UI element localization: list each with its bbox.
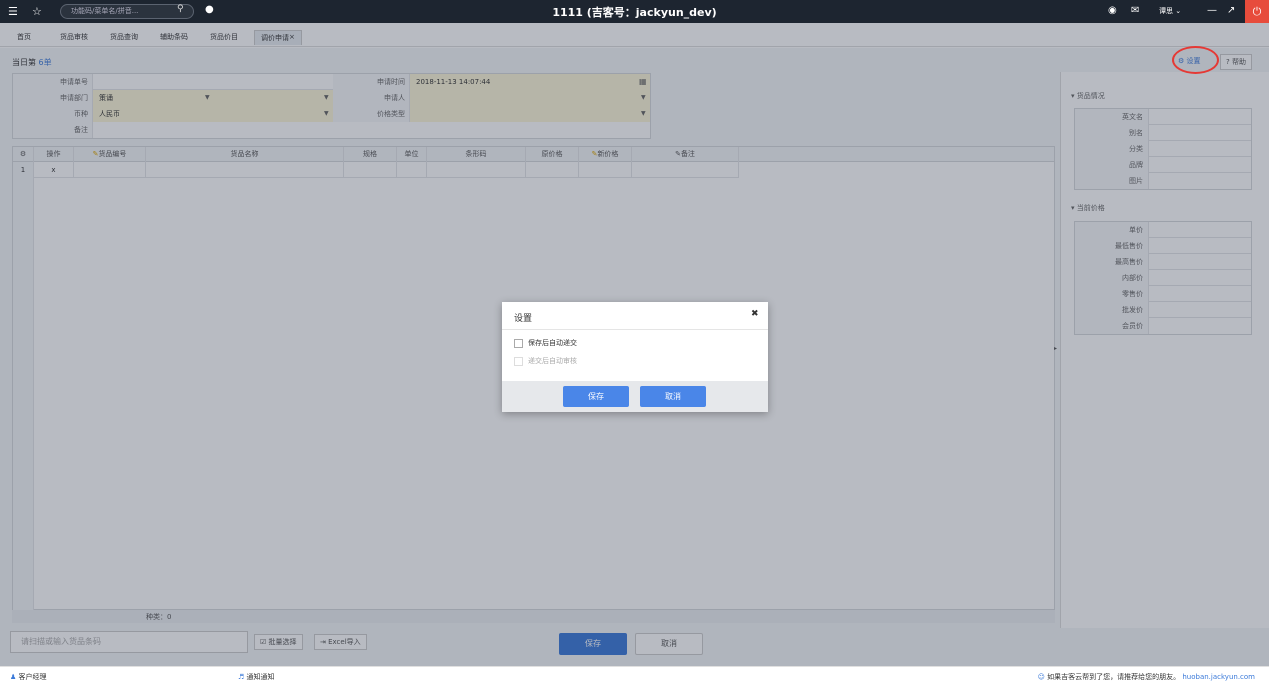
auto-audit-checkbox	[514, 356, 523, 366]
search-icon[interactable]: ⚲	[177, 4, 184, 14]
dialog-save-button[interactable]: 保存	[563, 386, 629, 407]
smile-icon: ☺	[1037, 673, 1045, 681]
status-bar: ♟ 客户经理 ♬ 通知通知 ☺ 如果吉客云帮到了您，请推荐给您的朋友。 huob…	[0, 666, 1269, 686]
promo-text: 如果吉客云帮到了您，请推荐给您的朋友。	[1047, 673, 1181, 681]
microphone-icon[interactable]: ●	[205, 4, 214, 15]
menu-icon[interactable]: ☰	[8, 5, 18, 18]
minimize-icon[interactable]: —	[1207, 5, 1217, 16]
dialog-cancel-button[interactable]: 取消	[640, 386, 706, 407]
auto-audit-option: 递交后自动审核	[514, 356, 577, 366]
search-input[interactable]: 功能码/菜单名/拼音...	[60, 4, 194, 19]
account-manager-label: 客户经理	[18, 673, 47, 681]
auto-submit-checkbox[interactable]	[514, 338, 523, 348]
dialog-divider	[502, 329, 768, 330]
dialog-footer: 保存 取消	[502, 381, 768, 412]
user-icon: ♟	[10, 673, 17, 681]
speaker-icon: ♬	[238, 673, 245, 681]
mail-icon[interactable]: ✉	[1131, 5, 1139, 16]
top-bar: ☰ ☆ 功能码/菜单名/拼音... ⚲ ● 1111 (吉客号：jackyun_…	[0, 0, 1269, 23]
clock-icon[interactable]: ◉	[1108, 5, 1117, 16]
notice[interactable]: ♬ 通知通知	[238, 672, 275, 682]
dialog-title: 设置	[514, 314, 533, 324]
notice-label: 通知通知	[246, 673, 275, 681]
account-manager[interactable]: ♟ 客户经理	[10, 672, 47, 682]
auto-submit-option[interactable]: 保存后自动递交	[514, 338, 577, 348]
promo: ☺ 如果吉客云帮到了您，请推荐给您的朋友。 huoban.jackyun.com	[1038, 672, 1255, 682]
auto-submit-label: 保存后自动递交	[528, 339, 577, 347]
power-icon[interactable]: ⏻	[1245, 0, 1269, 23]
settings-dialog: 设置 ✖ 保存后自动递交 递交后自动审核 保存 取消	[502, 302, 768, 412]
maximize-icon[interactable]: ↗	[1227, 5, 1235, 16]
auto-audit-label: 递交后自动审核	[528, 357, 577, 365]
promo-link[interactable]: huoban.jackyun.com	[1182, 673, 1255, 681]
close-icon[interactable]: ✖	[751, 309, 759, 319]
user-name: 谭思	[1159, 7, 1173, 15]
user-menu[interactable]: 谭思 ⌄	[1159, 6, 1181, 16]
star-icon[interactable]: ☆	[32, 5, 42, 18]
